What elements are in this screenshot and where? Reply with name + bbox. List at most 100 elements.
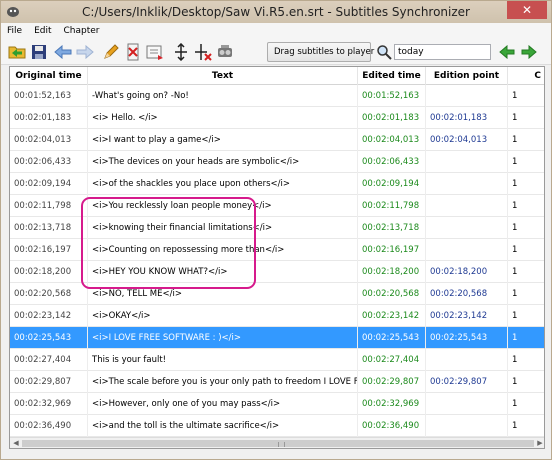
header-c[interactable]: C bbox=[508, 67, 544, 85]
horizontal-scrollbar[interactable]: ◀ ▶ bbox=[10, 437, 544, 448]
table-row[interactable]: 00:02:09,194 <i>of the shackles you place… bbox=[10, 173, 544, 195]
c-cell[interactable]: 1 bbox=[508, 349, 544, 371]
menu-file[interactable]: File bbox=[7, 26, 22, 36]
header-text[interactable]: Text bbox=[88, 67, 358, 85]
subtitle-text-cell[interactable]: <i>OKAY</i> bbox=[88, 305, 358, 327]
open-folder-icon[interactable] bbox=[7, 42, 27, 62]
c-cell[interactable]: 1 bbox=[508, 173, 544, 195]
subtitle-text-cell[interactable]: <i>However, only one of you may pass</i> bbox=[88, 393, 358, 415]
close-button[interactable]: ✕ bbox=[507, 1, 547, 19]
subtitle-text-cell[interactable]: -What's going on? -No! bbox=[88, 85, 358, 107]
speaker-icon[interactable] bbox=[215, 42, 235, 62]
subtitle-text-cell[interactable]: <i>Counting on repossessing more than</i… bbox=[88, 239, 358, 261]
edited-time-cell[interactable]: 00:02:18,200 bbox=[358, 261, 426, 283]
edition-point-cell[interactable]: 00:02:01,183 bbox=[426, 107, 508, 129]
edition-point-cell[interactable] bbox=[426, 239, 508, 261]
table-row[interactable]: 00:02:16,197 <i>Counting on repossessing … bbox=[10, 239, 544, 261]
edited-time-cell[interactable]: 00:02:29,807 bbox=[358, 371, 426, 393]
edition-point-cell[interactable] bbox=[426, 195, 508, 217]
edited-time-cell[interactable]: 00:02:13,718 bbox=[358, 217, 426, 239]
table-row[interactable]: 00:02:18,200 <i>HEY YOU KNOW WHAT?</i> 00:… bbox=[10, 261, 544, 283]
subtitle-text-cell[interactable]: <i>You recklessly loan people money</i> bbox=[88, 195, 358, 217]
c-cell[interactable]: 1 bbox=[508, 371, 544, 393]
original-time-cell[interactable]: 00:01:52,163 bbox=[10, 85, 88, 107]
pencil-icon[interactable] bbox=[101, 42, 121, 62]
delete-edition-point-icon[interactable] bbox=[123, 42, 143, 62]
scroll-right-icon[interactable]: ▶ bbox=[535, 439, 544, 448]
edited-time-cell[interactable]: 00:02:25,543 bbox=[358, 327, 426, 349]
c-cell[interactable]: 1 bbox=[508, 129, 544, 151]
subtitle-text-cell[interactable]: <i>The scale before you is your only pat… bbox=[88, 371, 358, 393]
table-row[interactable]: 00:02:25,543 <i>I LOVE FREE SOFTWARE : )<… bbox=[10, 327, 544, 349]
edition-point-cell[interactable]: 00:02:23,142 bbox=[426, 305, 508, 327]
align-icon[interactable] bbox=[171, 42, 191, 62]
table-row[interactable]: 00:02:06,433 <i>The devices on your heads… bbox=[10, 151, 544, 173]
edited-time-cell[interactable]: 00:01:52,163 bbox=[358, 85, 426, 107]
subtitle-text-cell[interactable]: <i>and the toll is the ultimate sacrific… bbox=[88, 415, 358, 437]
edition-point-cell[interactable] bbox=[426, 393, 508, 415]
scroll-left-icon[interactable]: ◀ bbox=[11, 439, 21, 448]
original-time-cell[interactable]: 00:02:27,404 bbox=[10, 349, 88, 371]
header-edited-time[interactable]: Edited time bbox=[358, 67, 426, 85]
table-row[interactable]: 00:02:27,404 This is your fault! 00:02:27,… bbox=[10, 349, 544, 371]
original-time-cell[interactable]: 00:02:11,798 bbox=[10, 195, 88, 217]
subtitle-text-cell[interactable]: <i>The devices on your heads are symboli… bbox=[88, 151, 358, 173]
edited-time-cell[interactable]: 00:02:04,013 bbox=[358, 129, 426, 151]
subtitle-text-cell[interactable]: <i>I LOVE FREE SOFTWARE : )</i> bbox=[88, 327, 358, 349]
c-cell[interactable]: 1 bbox=[508, 327, 544, 349]
save-icon[interactable] bbox=[29, 42, 49, 62]
original-time-cell[interactable]: 00:02:09,194 bbox=[10, 173, 88, 195]
edited-time-cell[interactable]: 00:02:32,969 bbox=[358, 393, 426, 415]
edition-point-cell[interactable] bbox=[426, 85, 508, 107]
search-input[interactable] bbox=[394, 44, 491, 60]
scrollbar-thumb[interactable] bbox=[22, 440, 534, 447]
edition-point-cell[interactable] bbox=[426, 217, 508, 239]
edition-point-cell[interactable] bbox=[426, 349, 508, 371]
edited-time-cell[interactable]: 00:02:36,490 bbox=[358, 415, 426, 437]
subtitle-text-cell[interactable]: <i>I want to play a game</i> bbox=[88, 129, 358, 151]
c-cell[interactable]: 1 bbox=[508, 305, 544, 327]
edited-time-cell[interactable]: 00:02:09,194 bbox=[358, 173, 426, 195]
c-cell[interactable]: 1 bbox=[508, 217, 544, 239]
table-row[interactable]: 00:02:04,013 <i>I want to play a game</i>… bbox=[10, 129, 544, 151]
original-time-cell[interactable]: 00:02:01,183 bbox=[10, 107, 88, 129]
next-arrow-icon[interactable] bbox=[519, 42, 539, 62]
remove-align-icon[interactable] bbox=[193, 42, 213, 62]
c-cell[interactable]: 1 bbox=[508, 239, 544, 261]
table-row[interactable]: 00:01:52,163 -What's going on? -No! 00:01:… bbox=[10, 85, 544, 107]
menu-chapter[interactable]: Chapter bbox=[64, 26, 100, 36]
header-original-time[interactable]: Original time bbox=[10, 67, 88, 85]
edited-time-cell[interactable]: 00:02:20,568 bbox=[358, 283, 426, 305]
c-cell[interactable]: 1 bbox=[508, 415, 544, 437]
table-row[interactable]: 00:02:36,490 <i>and the toll is the ultim… bbox=[10, 415, 544, 437]
original-time-cell[interactable]: 00:02:13,718 bbox=[10, 217, 88, 239]
edition-point-cell[interactable]: 00:02:20,568 bbox=[426, 283, 508, 305]
c-cell[interactable]: 1 bbox=[508, 283, 544, 305]
edition-point-cell[interactable]: 00:02:04,013 bbox=[426, 129, 508, 151]
table-row[interactable]: 00:02:29,807 <i>The scale before you is y… bbox=[10, 371, 544, 393]
original-time-cell[interactable]: 00:02:29,807 bbox=[10, 371, 88, 393]
table-row[interactable]: 00:02:32,969 <i>However, only one of you … bbox=[10, 393, 544, 415]
edited-time-cell[interactable]: 00:02:23,142 bbox=[358, 305, 426, 327]
subtitle-text-cell[interactable]: This is your fault! bbox=[88, 349, 358, 371]
c-cell[interactable]: 1 bbox=[508, 261, 544, 283]
forward-arrow-icon[interactable] bbox=[75, 42, 95, 62]
table-row[interactable]: 00:02:23,142 <i>OKAY</i> 00:02:23,142 00:02… bbox=[10, 305, 544, 327]
edition-point-cell[interactable] bbox=[426, 173, 508, 195]
header-edition-point[interactable]: Edition point bbox=[426, 67, 508, 85]
original-time-cell[interactable]: 00:02:23,142 bbox=[10, 305, 88, 327]
back-arrow-icon[interactable] bbox=[53, 42, 73, 62]
subtitle-text-cell[interactable]: <i>HEY YOU KNOW WHAT?</i> bbox=[88, 261, 358, 283]
edited-time-cell[interactable]: 00:02:16,197 bbox=[358, 239, 426, 261]
original-time-cell[interactable]: 00:02:32,969 bbox=[10, 393, 88, 415]
title-bar[interactable]: C:/Users/Inklik/Desktop/Saw Vi.R5.en.srt… bbox=[1, 1, 551, 23]
subtitle-text-cell[interactable]: <i>of the shackles you place upon others… bbox=[88, 173, 358, 195]
c-cell[interactable]: 1 bbox=[508, 107, 544, 129]
drag-subtitles-button[interactable]: Drag subtitles to player bbox=[267, 42, 374, 62]
edited-time-cell[interactable]: 00:02:06,433 bbox=[358, 151, 426, 173]
edition-point-cell[interactable]: 00:02:25,543 bbox=[426, 327, 508, 349]
menu-edit[interactable]: Edit bbox=[34, 26, 51, 36]
edition-point-cell[interactable]: 00:02:29,807 bbox=[426, 371, 508, 393]
edition-point-cell[interactable] bbox=[426, 151, 508, 173]
c-cell[interactable]: 1 bbox=[508, 85, 544, 107]
